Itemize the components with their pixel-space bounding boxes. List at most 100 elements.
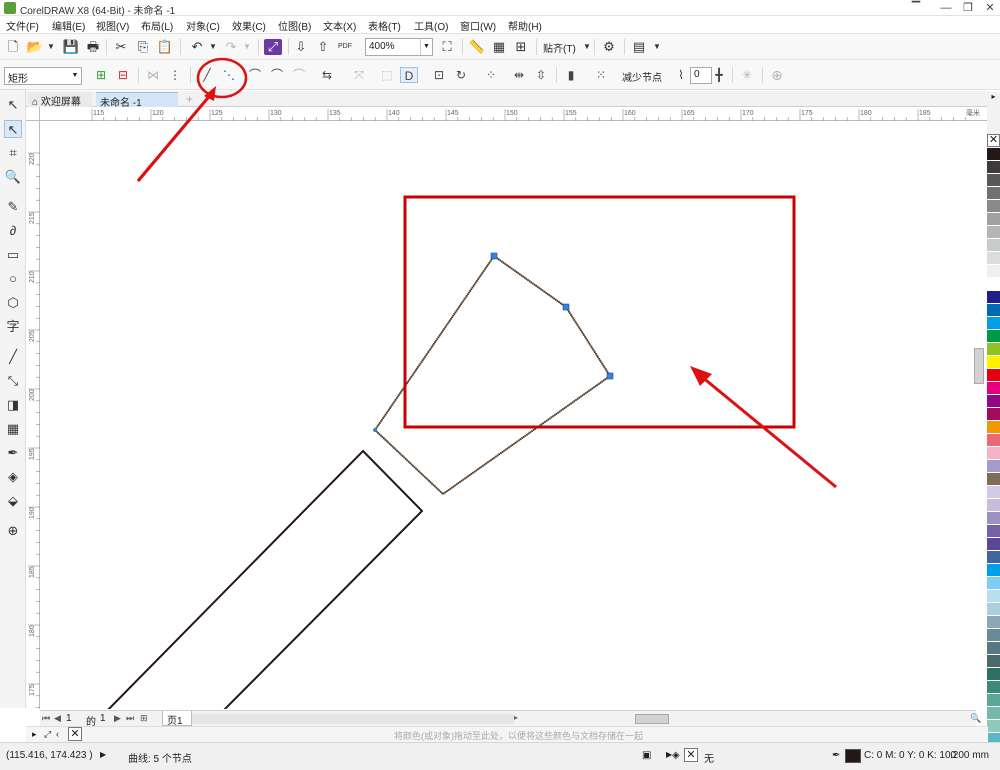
palette-swatch[interactable] xyxy=(987,200,1000,213)
paste-icon[interactable]: 📋 xyxy=(156,39,174,55)
rotate-nodes-icon[interactable]: ↻ xyxy=(452,67,470,83)
palette-arrow-icon[interactable]: ▸ xyxy=(32,729,37,740)
chevron-down-icon[interactable]: ▼ xyxy=(420,39,432,55)
menu-layout[interactable]: 布局(L) xyxy=(141,18,173,33)
rulers-icon[interactable]: 📏 xyxy=(468,39,486,55)
palette-swatch[interactable] xyxy=(987,369,1000,382)
palette-swatch[interactable] xyxy=(987,655,1000,668)
launch-icon[interactable]: ▤ xyxy=(630,39,648,55)
palette-swatch[interactable] xyxy=(987,707,1000,720)
palette-swatch[interactable] xyxy=(987,486,1000,499)
horizontal-ruler[interactable]: 115 120 125 130 135 140 145 150 155 160 165 170 175 1… xyxy=(40,107,988,121)
freehand-tool-icon[interactable]: ✎ xyxy=(4,198,22,216)
ellipse-tool-icon[interactable]: ○ xyxy=(4,270,22,288)
palette-swatch[interactable] xyxy=(987,642,1000,655)
curve-node[interactable] xyxy=(373,428,377,432)
palette-swatch[interactable] xyxy=(987,148,1000,161)
close-button[interactable]: ✕ xyxy=(982,1,998,15)
add-page-icon[interactable]: ⊞ xyxy=(140,713,148,724)
palette-swatch[interactable] xyxy=(987,473,1000,486)
restore-button[interactable]: ❐ xyxy=(960,1,976,15)
palette-swatch[interactable] xyxy=(987,616,1000,629)
palette-swatch[interactable] xyxy=(987,239,1000,252)
palette-swatch[interactable] xyxy=(987,317,1000,330)
print-icon[interactable]: 🖶 xyxy=(84,39,102,55)
tab-welcome-screen[interactable]: ⌂ 欢迎屏幕 xyxy=(28,92,92,108)
palette-swatch[interactable] xyxy=(987,356,1000,369)
palette-swatch[interactable] xyxy=(987,668,1000,681)
curve-node[interactable] xyxy=(606,372,614,380)
undo-dropdown-icon[interactable]: ▼ xyxy=(204,39,222,55)
minimize-icon[interactable]: ▔ xyxy=(908,1,924,15)
break-curve-icon[interactable]: ⋮ xyxy=(166,67,184,83)
quick-customize-icon[interactable]: ⊕ xyxy=(768,67,786,83)
menu-view[interactable]: 视图(V) xyxy=(96,18,129,33)
interactive-fill-icon[interactable]: ◈ xyxy=(4,468,22,486)
transparency-icon[interactable]: ▦ xyxy=(4,420,22,438)
selection-mode-combo[interactable]: 矩形 ▼ xyxy=(4,67,82,85)
curve-node[interactable] xyxy=(562,303,570,311)
status-expand-icon[interactable]: ▶ xyxy=(100,750,106,759)
no-fill-swatch[interactable]: ✕ xyxy=(68,727,82,741)
pdf-icon[interactable]: PDF xyxy=(336,39,354,55)
menu-edit[interactable]: 编辑(E) xyxy=(52,18,85,33)
crop-tool-icon[interactable]: ⌗ xyxy=(4,144,22,162)
launch-dropdown-icon[interactable]: ▼ xyxy=(648,39,666,55)
vertical-scrollbar-thumb[interactable] xyxy=(974,348,984,384)
cut-icon[interactable]: ✂ xyxy=(112,39,130,55)
reflect-nodes-icon[interactable]: ✳ xyxy=(738,67,756,83)
palette-swatch[interactable] xyxy=(987,395,1000,408)
grid-icon[interactable]: ▦ xyxy=(490,39,508,55)
connector-tool-icon[interactable]: ⤡ xyxy=(4,372,22,390)
palette-swatch[interactable] xyxy=(987,252,1000,265)
convert-to-curve-icon[interactable]: ⋱ xyxy=(220,67,238,83)
palette-swatch[interactable] xyxy=(987,460,1000,473)
new-icon[interactable]: 🗋 xyxy=(4,39,22,55)
curve-smoothness-input[interactable]: 0 xyxy=(690,67,712,84)
extract-subpath-icon[interactable]: ⬚ xyxy=(378,67,396,83)
palette-swatch[interactable] xyxy=(987,525,1000,538)
extend-curve-icon[interactable]: ⤧ xyxy=(350,67,368,83)
menu-tools[interactable]: 工具(O) xyxy=(414,18,448,33)
smart-fill-icon[interactable]: ⬙ xyxy=(4,492,22,510)
menu-text[interactable]: 文本(X) xyxy=(323,18,356,33)
palette-swatch[interactable] xyxy=(987,161,1000,174)
join-nodes-icon[interactable]: ⋈ xyxy=(144,67,162,83)
palette-scroll-up-icon[interactable]: ▸ xyxy=(987,92,1000,102)
palette-swatch[interactable] xyxy=(987,421,1000,434)
palette-swatch[interactable] xyxy=(987,629,1000,642)
palette-swatch[interactable] xyxy=(987,538,1000,551)
import-icon[interactable]: ⇩ xyxy=(292,39,310,55)
add-nodes-icon[interactable]: ⊞ xyxy=(92,67,110,83)
menu-table[interactable]: 表格(T) xyxy=(368,18,401,33)
palette-swatch[interactable] xyxy=(987,499,1000,512)
palette-swatch[interactable] xyxy=(987,330,1000,343)
vertical-ruler[interactable]: 220 215 210 205 200 195 190 185 180 175 xyxy=(26,121,40,709)
palette-swatch[interactable] xyxy=(987,291,1000,304)
palette-swatch[interactable] xyxy=(987,694,1000,707)
palette-swatch[interactable] xyxy=(987,213,1000,226)
reverse-direction-icon[interactable]: ⇆ xyxy=(318,67,336,83)
palette-swatch[interactable] xyxy=(987,408,1000,421)
zoom-tool-icon[interactable]: 🔍 xyxy=(4,168,22,186)
rectangle-tool-icon[interactable]: ▭ xyxy=(4,246,22,264)
save-icon[interactable]: 💾 xyxy=(62,39,80,55)
palette-swatch[interactable] xyxy=(987,343,1000,356)
outline-pen-icon[interactable]: ✒ xyxy=(832,750,840,761)
page-next-icon[interactable]: ▶ xyxy=(114,713,121,724)
palette-swatch[interactable] xyxy=(987,187,1000,200)
curve-smoothness-slider-icon[interactable]: ╋ xyxy=(710,67,728,83)
menu-help[interactable]: 帮助(H) xyxy=(508,18,542,33)
tab-document[interactable]: 未命名 -1 xyxy=(96,92,178,109)
palette-swatch[interactable] xyxy=(987,577,1000,590)
outline-color-swatch[interactable] xyxy=(845,749,861,763)
drawing-canvas[interactable] xyxy=(40,121,976,709)
zoom-navigator-icon[interactable]: 🔍 xyxy=(970,713,981,724)
palette-menu-icon[interactable]: ‹ xyxy=(56,729,59,739)
horizontal-scrollbar-track[interactable] xyxy=(192,714,514,724)
open-dropdown-icon[interactable]: ▼ xyxy=(42,39,60,55)
no-color-swatch[interactable]: ✕ xyxy=(987,134,1000,147)
color-proof-icon[interactable]: ▣ xyxy=(642,750,651,761)
scroll-right-icon[interactable]: ▸ xyxy=(514,713,518,722)
curve-node[interactable] xyxy=(490,252,498,260)
